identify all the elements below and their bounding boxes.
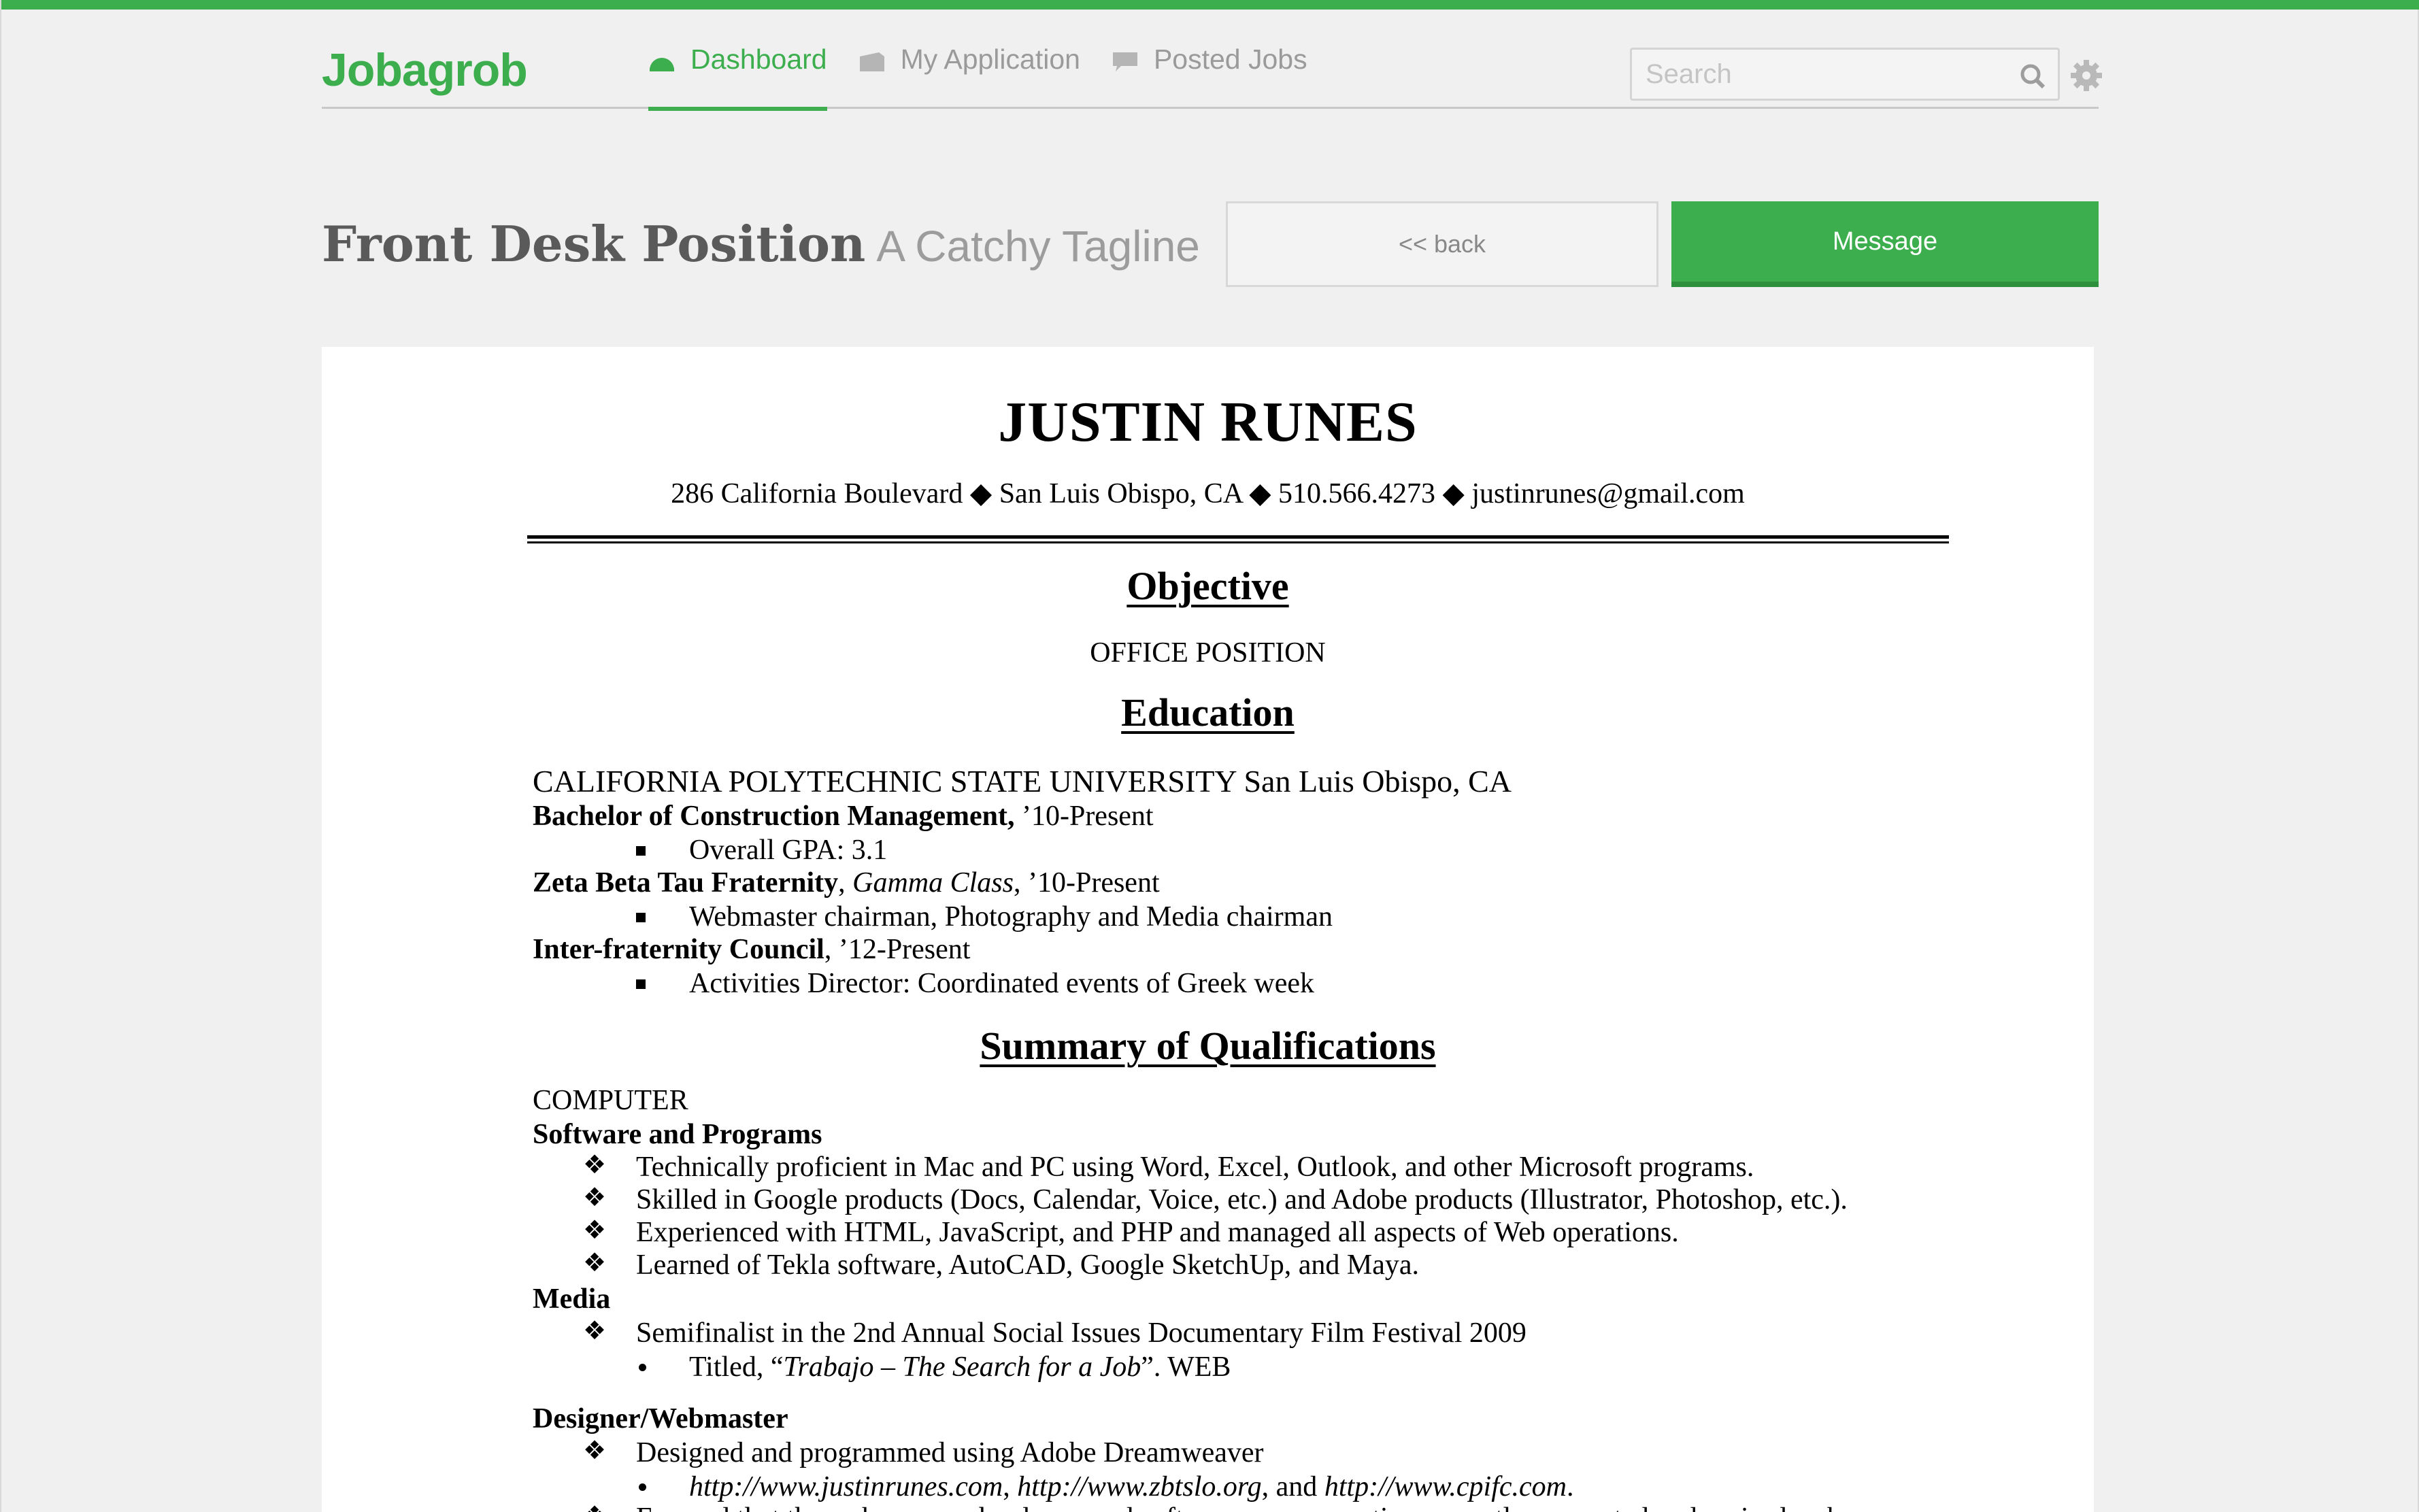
top-accent-bar [1, 0, 2419, 10]
qualifications-heading: Summary of Qualifications [980, 1024, 1436, 1068]
bullet-square-icon [636, 846, 646, 856]
council: Inter-fraternity Council [533, 934, 824, 965]
main-nav: Dashboard My Application Posted Jobs [648, 10, 1339, 111]
application-icon [858, 48, 886, 71]
media-label: Media [533, 1283, 611, 1315]
bullet-diamond-icon: ❖ [583, 1182, 607, 1212]
bullet-dot-icon [639, 1483, 646, 1491]
degree: Bachelor of Construction Management, [533, 801, 1015, 832]
objective-text: OFFICE POSITION [1090, 637, 1326, 669]
objective-heading: Objective [1127, 564, 1289, 608]
media-sub-prefix: Titled, “ [689, 1351, 784, 1383]
nav-my-application-label: My Application [900, 43, 1080, 75]
resume-document: JUSTIN RUNES 286 California Boulevard ◆ … [322, 347, 2094, 1512]
url-link[interactable]: http://www.justinrunes.com [689, 1471, 1003, 1502]
degree-years: ’10-Present [1014, 801, 1154, 832]
designer-urls: http://www.justinrunes.com, http://www.z… [689, 1471, 1574, 1502]
job-title: Front Desk Position [322, 215, 866, 273]
url-link[interactable]: http://www.cpifc.com [1324, 1471, 1567, 1502]
nav-posted-jobs[interactable]: Posted Jobs [1112, 10, 1307, 109]
council-line: Inter-fraternity Council, ’12-Present [533, 933, 970, 966]
computer-label: COMPUTER [533, 1085, 688, 1116]
degree-line: Bachelor of Construction Management, ’10… [533, 800, 1154, 833]
bullet-square-icon [636, 913, 646, 922]
software-label: Software and Programs [533, 1119, 822, 1150]
designer-label: Designer/Webmaster [533, 1403, 788, 1434]
designer-item: Designed and programmed using Adobe Drea… [636, 1437, 1264, 1468]
software-item: Skilled in Google products (Docs, Calend… [636, 1184, 1848, 1215]
media-item: Semifinalist in the 2nd Annual Social Is… [636, 1317, 1527, 1349]
council-role: Activities Director: Coordinated events … [689, 968, 1315, 999]
resume-contact: 286 California Boulevard ◆ San Luis Obis… [671, 478, 1745, 509]
resume-name: JUSTIN RUNES [998, 390, 1418, 454]
fraternity-years: , ’10-Present [1014, 867, 1160, 898]
dashboard-icon [648, 48, 675, 71]
back-button[interactable]: << back [1226, 201, 1658, 287]
university: CALIFORNIA POLYTECHNIC STATE UNIVERSITY … [533, 764, 1512, 799]
gpa: Overall GPA: 3.1 [689, 835, 888, 866]
nav-my-application[interactable]: My Application [858, 10, 1080, 109]
bullet-dot-icon [639, 1364, 646, 1371]
bullet-diamond-icon: ❖ [583, 1315, 607, 1345]
bullet-diamond-icon: ❖ [583, 1149, 607, 1179]
message-button[interactable]: Message [1671, 201, 2099, 287]
header: Jobagrob Dashboard My Application Posted… [322, 10, 2102, 111]
page-title: Front Desk Position A Catchy Tagline [322, 215, 1200, 273]
bullet-diamond-icon: ❖ [583, 1500, 606, 1512]
fraternity-class: Gamma Class [852, 867, 1014, 898]
education-heading: Education [1121, 690, 1295, 735]
bullet-diamond-icon: ❖ [583, 1435, 607, 1465]
software-item: Learned of Tekla software, AutoCAD, Goog… [636, 1249, 1419, 1281]
url-link[interactable]: http://www.zbtslo.org [1017, 1471, 1261, 1502]
gear-icon[interactable] [2069, 58, 2103, 93]
bullet-diamond-icon: ❖ [583, 1247, 607, 1277]
job-tagline: A Catchy Tagline [876, 222, 1200, 271]
header-divider [527, 535, 1949, 543]
search-box [1630, 48, 2060, 101]
logo[interactable]: Jobagrob [322, 44, 528, 97]
council-years: , ’12-Present [824, 934, 971, 965]
fraternity: Zeta Beta Tau Fraternity [533, 867, 839, 898]
nav-dashboard-label: Dashboard [690, 43, 827, 75]
bullet-diamond-icon: ❖ [583, 1215, 607, 1245]
media-sub-item: Titled, “Trabajo – The Search for a Job”… [689, 1351, 1231, 1383]
nav-dashboard[interactable]: Dashboard [648, 10, 827, 111]
designer-item: Ensured that the web servers, hardware a… [636, 1502, 1841, 1512]
software-item: Experienced with HTML, JavaScript, and P… [636, 1217, 1679, 1248]
software-item: Technically proficient in Mac and PC usi… [636, 1152, 1754, 1183]
search-input[interactable] [1646, 56, 2013, 92]
chat-icon [1112, 48, 1139, 71]
search-icon[interactable] [2020, 63, 2046, 89]
nav-posted-jobs-label: Posted Jobs [1153, 43, 1307, 75]
fraternity-line: Zeta Beta Tau Fraternity, Gamma Class, ’… [533, 867, 1160, 898]
media-sub-title: Trabajo – The Search for a Job [783, 1351, 1141, 1383]
media-sub-suffix: ”. WEB [1141, 1351, 1231, 1383]
fraternity-role: Webmaster chairman, Photography and Medi… [689, 901, 1333, 933]
bullet-square-icon [636, 979, 646, 989]
